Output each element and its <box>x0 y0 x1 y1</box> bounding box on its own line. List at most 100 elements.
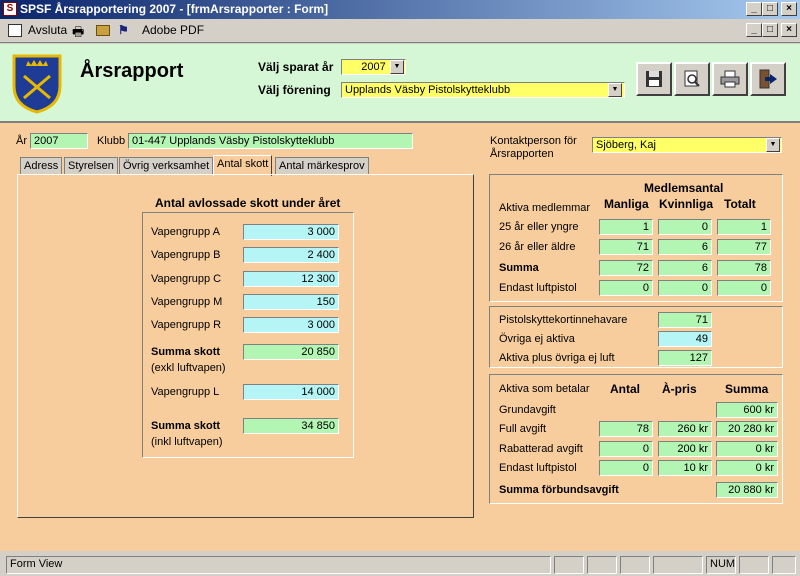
exit-button[interactable] <box>750 62 786 96</box>
members-row-heading: Aktiva medlemmar <box>499 202 591 214</box>
chevron-down-icon[interactable]: ▼ <box>608 83 622 97</box>
group-c-input[interactable]: 12 300 <box>243 271 339 287</box>
group-l-input[interactable]: 14 000 <box>243 384 339 400</box>
status-bar: Form View NUM <box>0 553 800 576</box>
members-cell-value: 72 <box>636 262 649 274</box>
status-indicator <box>620 556 650 574</box>
chevron-down-icon[interactable]: ▼ <box>766 138 780 152</box>
members-cell[interactable]: 0 <box>658 219 712 235</box>
members-heading: Medlemsantal <box>644 181 724 195</box>
base-fee-label: Grundavgift <box>499 404 556 416</box>
group-b-label: Vapengrupp B <box>151 249 221 261</box>
group-b-input[interactable]: 2 400 <box>243 247 339 263</box>
floppy-icon <box>646 71 662 87</box>
status-indicator <box>554 556 584 574</box>
members-col-manliga: Manliga <box>604 197 649 211</box>
status-view-text: Form View <box>10 558 63 570</box>
fee-sum-value: 0 kr <box>755 462 774 474</box>
info-club-value: 01-447 Upplands Väsby Pistolskytteklubb <box>132 135 335 147</box>
contact-select-value: Sjöberg, Kaj <box>596 139 656 151</box>
tab-styrelsen[interactable]: Styrelsen <box>64 157 118 175</box>
holders-label: Pistolskyttekortinnehavare <box>499 314 628 326</box>
members-cell-value: 78 <box>754 262 767 274</box>
sum-incl-label: Summa skott <box>151 420 221 432</box>
menu-adobe-pdf[interactable]: Adobe PDF <box>142 23 204 37</box>
group-a-input[interactable]: 3 000 <box>243 224 339 240</box>
tab-adress[interactable]: Adress <box>20 157 63 175</box>
members-cell[interactable]: 1 <box>599 219 653 235</box>
minimize-button[interactable]: _ <box>746 2 762 16</box>
print-button[interactable] <box>712 62 748 96</box>
menu-bar: Avsluta 🖶 ⚑ Adobe PDF _ □ × <box>0 19 800 43</box>
fee-row-label: Full avgift <box>499 423 547 435</box>
year-select-value: 2007 <box>361 61 386 73</box>
members-cell-value: 6 <box>701 241 708 253</box>
close-button[interactable]: × <box>781 2 797 16</box>
holders-field[interactable]: 71 <box>658 312 712 328</box>
printer-icon[interactable]: 🖶 <box>72 23 84 45</box>
chevron-down-icon[interactable]: ▼ <box>390 60 404 74</box>
members-cell: 6 <box>658 260 712 276</box>
fees-col-summa: Summa <box>725 382 769 396</box>
tab-antal-skott[interactable]: Antal skott <box>213 155 273 176</box>
doc-minimize-button[interactable]: _ <box>746 23 762 37</box>
doc-restore-button[interactable]: □ <box>762 23 778 37</box>
save-button[interactable] <box>636 62 672 96</box>
shots-title: Antal avlossade skott under året <box>155 196 341 210</box>
tab-ovrig-verksamhet[interactable]: Övrig verksamhet <box>119 157 214 175</box>
members-cell[interactable]: 71 <box>599 239 653 255</box>
fee-sum-value: 20 280 kr <box>728 423 774 435</box>
group-c-value: 12 300 <box>301 273 335 285</box>
members-cell: 72 <box>599 260 653 276</box>
club-select[interactable]: Upplands Väsby Pistolskytteklubb <box>341 82 625 98</box>
doc-close-button[interactable]: × <box>781 23 797 37</box>
inactive-input[interactable]: 49 <box>658 331 712 347</box>
members-cell-value: 0 <box>701 282 708 294</box>
group-r-input[interactable]: 3 000 <box>243 317 339 333</box>
adobe-icon[interactable]: ⚑ <box>118 23 129 37</box>
tab-antal-markesprov[interactable]: Antal märkesprov <box>275 157 369 175</box>
group-m-label: Vapengrupp M <box>151 296 223 308</box>
app-icon: S <box>3 2 17 16</box>
members-cell[interactable]: 0 <box>658 280 712 296</box>
members-col-totalt: Totalt <box>724 197 756 211</box>
maximize-button[interactable]: □ <box>762 2 778 16</box>
status-indicator <box>739 556 769 574</box>
members-cell-value: 0 <box>760 282 767 294</box>
status-num-text: NUM <box>710 558 736 570</box>
inactive-value: 49 <box>695 333 708 345</box>
status-indicator <box>587 556 617 574</box>
members-cell: 78 <box>717 260 771 276</box>
contact-label-line1: Kontaktperson för <box>490 135 577 147</box>
fee-row-label: Endast luftpistol <box>499 462 577 474</box>
members-cell-value: 1 <box>760 221 767 233</box>
sum-incl-value: 34 850 <box>301 420 335 432</box>
menu-avsluta[interactable]: Avsluta <box>28 23 67 37</box>
info-club-field: 01-447 Upplands Väsby Pistolskytteklubb <box>128 133 413 149</box>
members-cell: 1 <box>717 219 771 235</box>
fee-sum-field: 20 280 kr <box>716 421 778 437</box>
form-icon[interactable] <box>8 24 22 37</box>
folder-icon[interactable] <box>96 25 110 36</box>
members-row-label: 25 år eller yngre <box>499 221 579 233</box>
members-cell[interactable]: 6 <box>658 239 712 255</box>
sum-incl-sublabel: (inkl luftvapen) <box>151 436 223 448</box>
members-cell: 0 <box>717 280 771 296</box>
contact-select[interactable]: Sjöberg, Kaj <box>592 137 782 153</box>
total-active-label: Aktiva plus övriga ej luft <box>499 352 615 364</box>
group-r-label: Vapengrupp R <box>151 319 222 331</box>
preview-icon <box>684 70 700 87</box>
fee-price-value: 260 kr <box>677 423 708 435</box>
members-cell[interactable]: 0 <box>599 280 653 296</box>
group-c-label: Vapengrupp C <box>151 273 222 285</box>
fee-price-value: 10 kr <box>683 462 708 474</box>
sum-excl-label: Summa skott <box>151 346 221 358</box>
fees-heading: Aktiva som betalar <box>499 383 590 395</box>
sum-excl-sublabel: (exkl luftvapen) <box>151 362 226 374</box>
print-preview-button[interactable] <box>674 62 710 96</box>
group-m-input[interactable]: 150 <box>243 294 339 310</box>
members-cell: 77 <box>717 239 771 255</box>
fees-total-field: 20 880 kr <box>716 482 778 498</box>
group-l-label: Vapengrupp L <box>151 386 220 398</box>
info-year-field: 2007 <box>30 133 88 149</box>
